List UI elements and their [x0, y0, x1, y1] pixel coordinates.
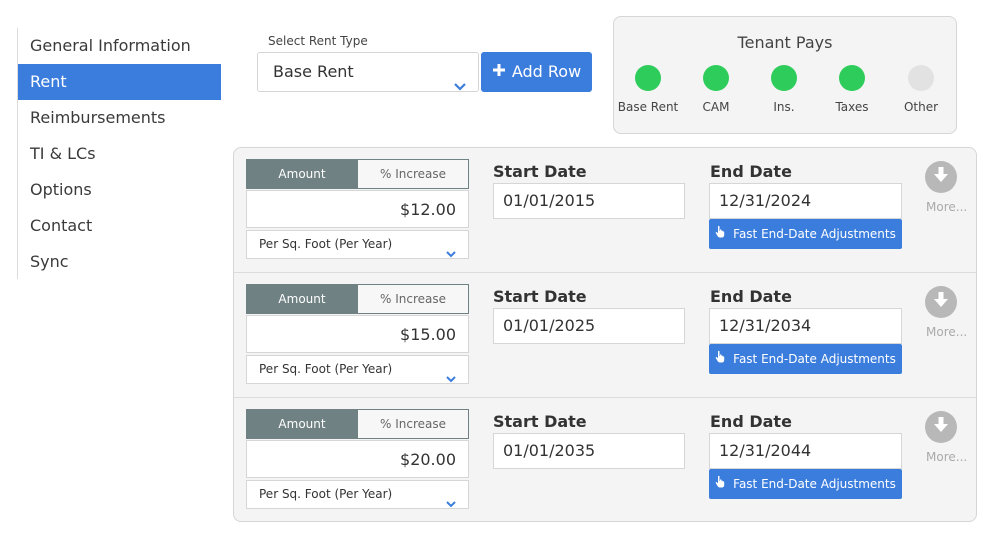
start-date-label: Start Date [493, 162, 587, 181]
amount-tab[interactable]: Amount [246, 409, 358, 439]
tenant-pays-ins[interactable]: Ins. [750, 65, 818, 114]
arrow-down-icon [933, 166, 949, 188]
tenant-pays-label: Base Rent [617, 100, 679, 114]
more-link[interactable]: More... [926, 325, 967, 339]
chevron-down-icon [446, 241, 456, 268]
hand-pointer-icon [715, 219, 725, 249]
more-button[interactable] [925, 411, 957, 443]
add-row-button[interactable]: Add Row [481, 52, 592, 92]
sidebar-item-contact[interactable]: Contact [18, 208, 221, 244]
rent-type-select[interactable]: Base Rent [257, 52, 479, 92]
end-date-label: End Date [710, 287, 792, 306]
percent-increase-tab[interactable]: % Increase [358, 284, 469, 314]
end-date-label: End Date [710, 412, 792, 431]
fast-end-date-label: Fast End-Date Adjustments [733, 477, 896, 491]
status-dot-on [635, 65, 661, 91]
unit-select[interactable]: Per Sq. Foot (Per Year) [246, 355, 469, 384]
tenant-pays-label: Taxes [835, 100, 869, 114]
status-dot-on [839, 65, 865, 91]
arrow-down-icon [933, 291, 949, 313]
rent-row: Amount % Increase $12.00 Per Sq. Foot (P… [234, 148, 976, 273]
unit-value: Per Sq. Foot (Per Year) [259, 237, 393, 251]
more-link[interactable]: More... [926, 450, 967, 464]
start-date-label: Start Date [493, 412, 587, 431]
fast-end-date-adjustments-button[interactable]: Fast End-Date Adjustments [709, 469, 902, 499]
tenant-pays-taxes[interactable]: Taxes [818, 65, 886, 114]
sidebar-item-general-information[interactable]: General Information [18, 28, 221, 64]
status-dot-on [771, 65, 797, 91]
rent-type-label: Select Rent Type [268, 34, 368, 48]
amount-input[interactable]: $20.00 [246, 440, 469, 478]
add-row-label: Add Row [511, 62, 582, 81]
chevron-down-icon [454, 67, 466, 105]
sidebar-item-ti-lcs[interactable]: TI & LCs [18, 136, 221, 172]
chevron-down-icon [446, 491, 456, 518]
hand-pointer-icon [715, 344, 725, 374]
end-date-input[interactable]: 12/31/2044 [709, 433, 902, 469]
status-dot-on [703, 65, 729, 91]
amount-input[interactable]: $15.00 [246, 315, 469, 353]
fast-end-date-label: Fast End-Date Adjustments [733, 352, 896, 366]
fast-end-date-adjustments-button[interactable]: Fast End-Date Adjustments [709, 219, 902, 249]
more-link[interactable]: More... [926, 200, 967, 214]
unit-value: Per Sq. Foot (Per Year) [259, 362, 393, 376]
amount-mode-toggle: Amount % Increase [246, 159, 469, 189]
percent-increase-tab[interactable]: % Increase [358, 159, 469, 189]
tenant-pays-label: CAM [702, 100, 730, 114]
tenant-pays-label: Other [903, 100, 939, 114]
tenant-pays-panel: Tenant Pays Base Rent CAM Ins. Taxes Oth… [613, 16, 957, 134]
amount-tab[interactable]: Amount [246, 159, 358, 189]
start-date-input[interactable]: 01/01/2015 [493, 183, 685, 219]
unit-select[interactable]: Per Sq. Foot (Per Year) [246, 230, 469, 259]
tenant-pays-title: Tenant Pays [737, 33, 833, 52]
amount-input[interactable]: $12.00 [246, 190, 469, 228]
more-button[interactable] [925, 286, 957, 318]
fast-end-date-adjustments-button[interactable]: Fast End-Date Adjustments [709, 344, 902, 374]
rent-rows-panel: Amount % Increase $12.00 Per Sq. Foot (P… [233, 147, 977, 522]
sidebar-nav: General Information Rent Reimbursements … [17, 28, 221, 279]
plus-icon [492, 60, 506, 82]
status-dot-off [908, 65, 934, 91]
rent-row: Amount % Increase $20.00 Per Sq. Foot (P… [234, 397, 976, 522]
unit-select[interactable]: Per Sq. Foot (Per Year) [246, 480, 469, 509]
fast-end-date-label: Fast End-Date Adjustments [733, 227, 896, 241]
tenant-pays-base-rent[interactable]: Base Rent [614, 65, 682, 114]
rent-row: Amount % Increase $15.00 Per Sq. Foot (P… [234, 272, 976, 397]
chevron-down-icon [446, 366, 456, 393]
arrow-down-icon [933, 416, 949, 438]
sidebar-item-reimbursements[interactable]: Reimbursements [18, 100, 221, 136]
sidebar-item-rent[interactable]: Rent [18, 64, 221, 100]
amount-mode-toggle: Amount % Increase [246, 284, 469, 314]
more-button[interactable] [925, 161, 957, 193]
sidebar-item-options[interactable]: Options [18, 172, 221, 208]
tenant-pays-cam[interactable]: CAM [682, 65, 750, 114]
end-date-input[interactable]: 12/31/2024 [709, 183, 902, 219]
amount-tab[interactable]: Amount [246, 284, 358, 314]
rent-type-value: Base Rent [273, 62, 354, 81]
amount-mode-toggle: Amount % Increase [246, 409, 469, 439]
start-date-input[interactable]: 01/01/2035 [493, 433, 685, 469]
tenant-pays-label: Ins. [773, 100, 795, 114]
start-date-input[interactable]: 01/01/2025 [493, 308, 685, 344]
hand-pointer-icon [715, 469, 725, 499]
tenant-pays-other[interactable]: Other [887, 65, 955, 114]
percent-increase-tab[interactable]: % Increase [358, 409, 469, 439]
start-date-label: Start Date [493, 287, 587, 306]
end-date-label: End Date [710, 162, 792, 181]
unit-value: Per Sq. Foot (Per Year) [259, 487, 393, 501]
sidebar-item-sync[interactable]: Sync [18, 244, 221, 280]
end-date-input[interactable]: 12/31/2034 [709, 308, 902, 344]
